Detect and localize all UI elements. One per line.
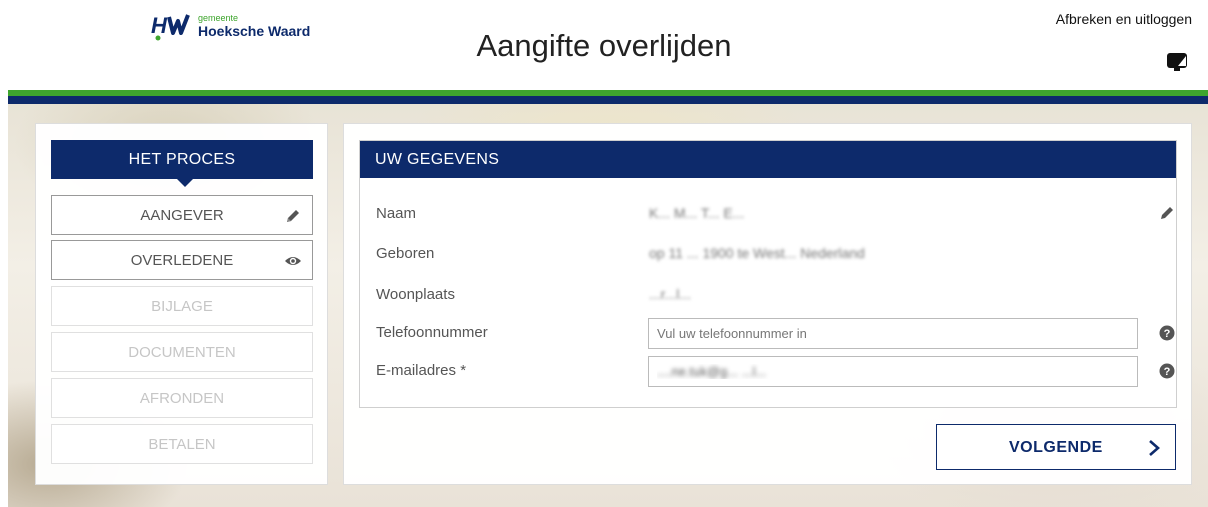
- next-button[interactable]: VOLGENDE: [936, 424, 1176, 470]
- help-icon[interactable]: ?: [1159, 363, 1175, 379]
- details-header: UW GEGEVENS: [360, 141, 1176, 178]
- details-card: UW GEGEVENS Naam K... M... T... E... Geb…: [359, 140, 1177, 408]
- row-telefoonnummer: Telefoonnummer ?: [376, 318, 1175, 349]
- step-label: BETALEN: [148, 435, 216, 453]
- pencil-icon: [287, 210, 299, 222]
- telefoonnummer-input[interactable]: [648, 318, 1138, 349]
- step-afronden: AFRONDEN: [51, 378, 313, 418]
- naam-value: K... M... T... E...: [649, 205, 745, 221]
- edit-icon[interactable]: [1158, 204, 1176, 222]
- header: H gemeente Hoeksche Waard Aangifte overl…: [0, 0, 1208, 88]
- step-overledene[interactable]: OVERLEDENE: [51, 240, 313, 280]
- page-title: Aangifte overlijden: [476, 28, 732, 63]
- process-title: HET PROCES: [128, 150, 236, 168]
- row-woonplaats: Woonplaats ...r...l...: [376, 280, 1166, 310]
- geboren-label: Geboren: [376, 245, 435, 262]
- logout-link[interactable]: Afbreken en uitloggen: [1056, 11, 1192, 27]
- step-label: DOCUMENTEN: [128, 343, 236, 361]
- emailadres-label: E-mailadres *: [376, 362, 467, 379]
- eye-icon: [285, 257, 301, 265]
- naam-label: Naam: [376, 205, 417, 222]
- process-header: HET PROCES: [51, 140, 313, 187]
- logo-subtitle: gemeente: [198, 13, 239, 23]
- emailadres-input[interactable]: [648, 356, 1138, 387]
- geboren-value: op 11 ... 1900 te West... Nederland: [649, 245, 865, 261]
- chevron-right-icon: [1149, 440, 1160, 456]
- help-icon[interactable]: ?: [1159, 325, 1175, 341]
- step-label: OVERLEDENE: [130, 251, 234, 269]
- step-bijlage: BIJLAGE: [51, 286, 313, 326]
- details-title: UW GEGEVENS: [375, 150, 500, 168]
- step-betalen: BETALEN: [51, 424, 313, 464]
- process-arrow: [177, 179, 193, 187]
- screen-toggle-icon[interactable]: [1166, 51, 1188, 73]
- svg-text:?: ?: [1164, 328, 1171, 340]
- telefoonnummer-label: Telefoonnummer: [376, 324, 488, 341]
- row-emailadres: E-mailadres * ?: [376, 356, 1175, 387]
- step-documenten: DOCUMENTEN: [51, 332, 313, 372]
- row-geboren: Geboren op 11 ... 1900 te West... Nederl…: [376, 239, 1166, 269]
- header-stripe-navy: [8, 96, 1208, 104]
- step-label: AFRONDEN: [139, 389, 225, 407]
- woonplaats-label: Woonplaats: [376, 286, 455, 303]
- details-panel: UW GEGEVENS Naam K... M... T... E... Geb…: [343, 123, 1192, 485]
- process-panel: HET PROCES AANGEVER OVERLEDENE BIJLAGE D…: [35, 123, 328, 485]
- step-label: AANGEVER: [140, 206, 224, 224]
- svg-text:?: ?: [1164, 366, 1171, 378]
- row-naam: Naam K... M... T... E...: [376, 199, 1173, 229]
- step-label: BIJLAGE: [151, 297, 213, 315]
- step-aangever[interactable]: AANGEVER: [51, 195, 313, 235]
- woonplaats-value: ...r...l...: [649, 286, 692, 302]
- next-button-label: VOLGENDE: [1009, 439, 1103, 456]
